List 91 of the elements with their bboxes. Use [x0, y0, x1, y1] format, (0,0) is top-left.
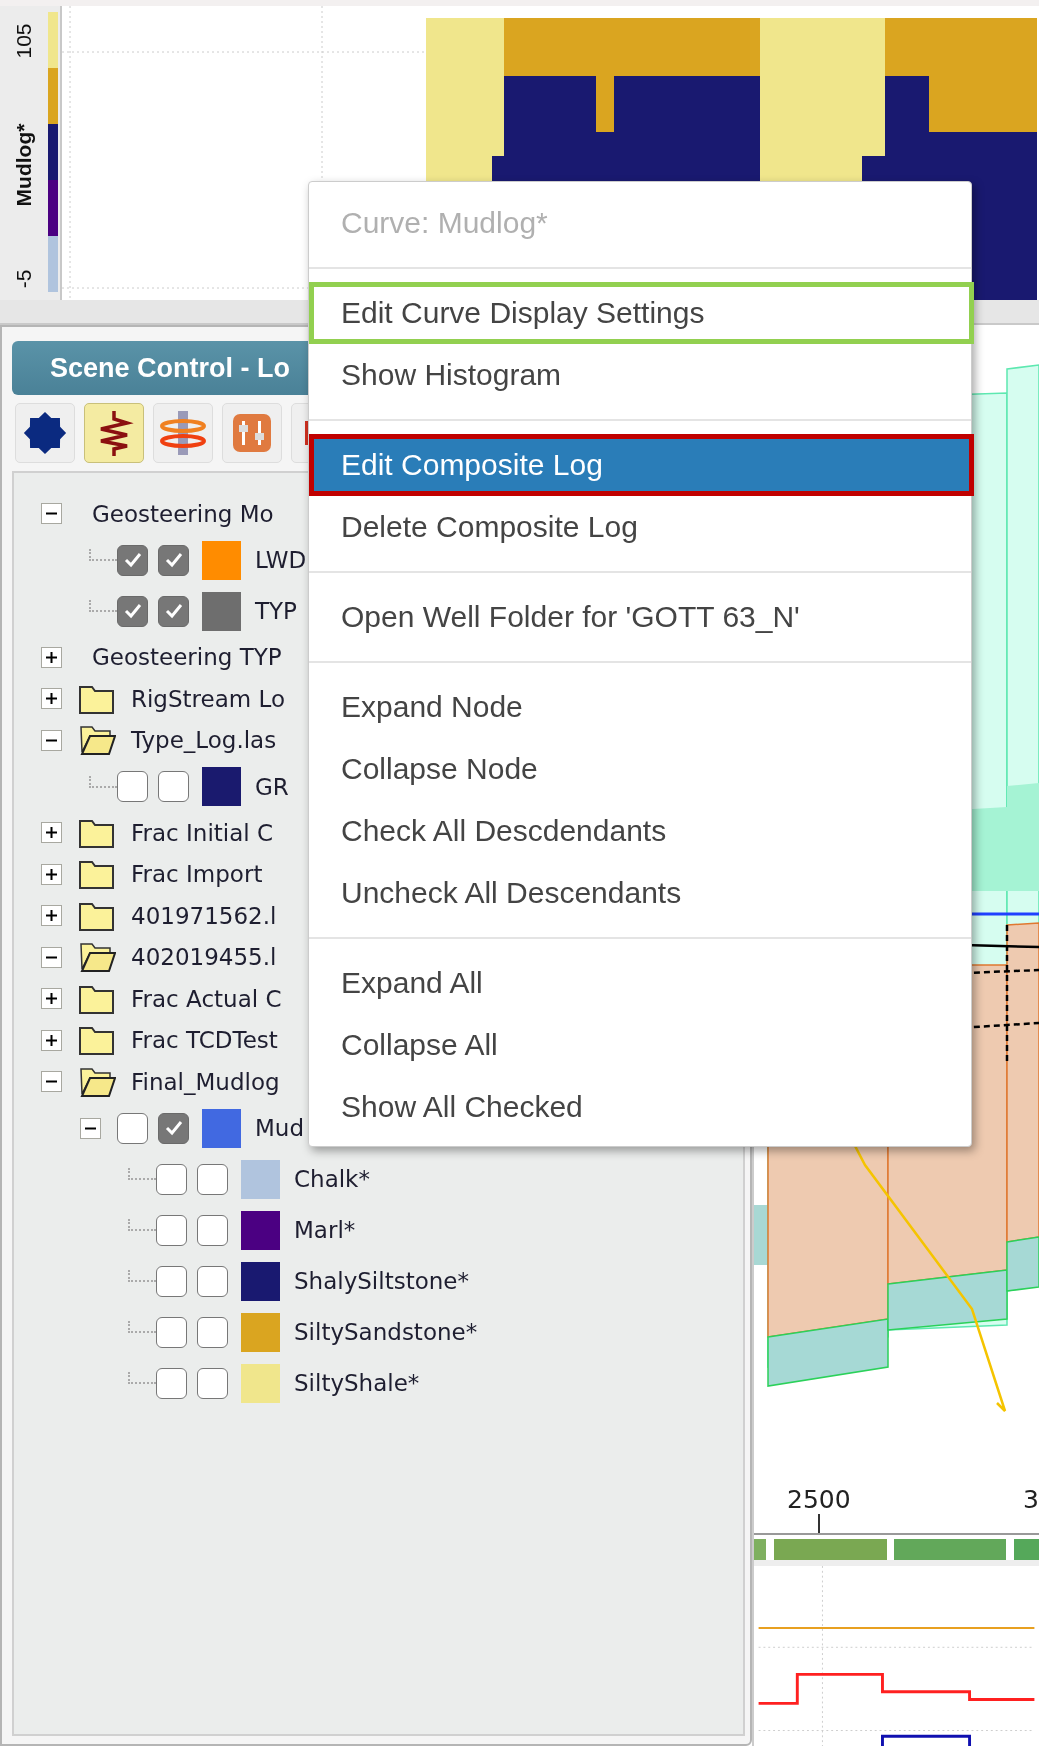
checkbox[interactable]: [158, 771, 189, 802]
check-icon: [163, 601, 184, 621]
checkbox[interactable]: [197, 1214, 228, 1246]
scale-max: 105: [12, 23, 36, 59]
menu-item[interactable]: Edit Curve Display Settings: [309, 282, 974, 344]
checkbox[interactable]: [156, 1367, 187, 1399]
check-icon: [163, 550, 184, 570]
checkbox[interactable]: [158, 1112, 189, 1144]
tree-item[interactable]: RigStream Lo: [131, 685, 285, 712]
menu-item[interactable]: Show All Checked: [309, 1076, 971, 1138]
checkbox[interactable]: [197, 1265, 228, 1297]
tree-item[interactable]: Frac Actual C: [131, 985, 282, 1012]
checkbox[interactable]: [117, 1112, 148, 1144]
plus-icon: [45, 826, 58, 840]
open-folder-icon: [78, 1065, 116, 1098]
checkbox[interactable]: [156, 1163, 187, 1195]
track-title: Mudlog*: [12, 123, 36, 207]
menu-item[interactable]: Expand All: [309, 952, 971, 1014]
tree-item[interactable]: 402019455.l: [131, 944, 277, 971]
tree-toggle[interactable]: [41, 988, 62, 1010]
menu-item[interactable]: Edit Composite Log: [309, 434, 974, 496]
check-icon: [163, 1118, 184, 1138]
tree-item[interactable]: Frac Initial C: [131, 819, 274, 846]
tree-toggle[interactable]: [41, 822, 62, 844]
plus-icon: [45, 867, 58, 881]
menu-item[interactable]: Delete Composite Log: [309, 496, 971, 558]
tree-item[interactable]: Type_Log.las: [131, 727, 277, 754]
menu-item[interactable]: Collapse Node: [309, 738, 971, 800]
tree-item[interactable]: Marl*: [294, 1217, 356, 1243]
tree-toggle[interactable]: [41, 905, 62, 927]
check-icon: [122, 601, 143, 621]
sliders-icon: [232, 413, 272, 453]
open-folder-icon: [78, 941, 116, 974]
tree-item[interactable]: Final_Mudlog: [131, 1068, 280, 1095]
scale-min: -5: [12, 269, 36, 289]
menu-header: Curve: Mudlog*: [340, 205, 549, 241]
checkbox[interactable]: [117, 595, 148, 627]
tree-toggle[interactable]: [41, 946, 62, 968]
tree-item[interactable]: GR: [255, 773, 289, 800]
checkbox[interactable]: [156, 1265, 187, 1297]
checkbox[interactable]: [117, 771, 148, 802]
tree-item[interactable]: SiltyShale*: [294, 1370, 420, 1396]
plus-icon: [45, 992, 58, 1006]
tree-toggle[interactable]: [41, 1029, 62, 1051]
check-icon: [122, 550, 143, 570]
checkbox[interactable]: [117, 544, 148, 576]
plus-icon: [45, 692, 58, 706]
checkbox[interactable]: [156, 1316, 187, 1348]
tree-toggle[interactable]: [41, 646, 62, 668]
checkbox[interactable]: [158, 544, 189, 576]
menu-item[interactable]: Open Well Folder for 'GOTT 63_N': [309, 586, 971, 648]
tree-toggle[interactable]: [41, 503, 62, 525]
tree-toggle[interactable]: [41, 1071, 62, 1093]
menu-item[interactable]: Uncheck All Descendants: [309, 862, 971, 924]
tree-toggle[interactable]: [41, 688, 62, 710]
tree-toggle[interactable]: [80, 1117, 101, 1139]
tree-item[interactable]: LWD: [255, 547, 307, 573]
checkbox[interactable]: [156, 1214, 187, 1246]
panel-title: Scene Control - Lo: [50, 352, 290, 384]
tree-item[interactable]: TYP: [255, 598, 297, 624]
tree-item[interactable]: Frac TCDTest: [131, 1027, 278, 1054]
tree-item[interactable]: SiltySandstone*: [294, 1319, 478, 1345]
tree-item[interactable]: Frac Import: [131, 861, 263, 888]
menu-item[interactable]: Check All Descdendants: [309, 800, 971, 862]
folder-icon: [78, 858, 116, 891]
checkbox[interactable]: [197, 1163, 228, 1195]
checkbox[interactable]: [197, 1367, 228, 1399]
layers-icon: [160, 409, 206, 457]
depth-label: 2500: [787, 1485, 851, 1514]
menu-item[interactable]: Show Histogram: [309, 344, 971, 406]
tree-item[interactable]: Geosteering TYP: [92, 644, 282, 671]
tree-toggle[interactable]: [41, 729, 62, 751]
tree-toggle[interactable]: [41, 863, 62, 885]
depth-label: 3: [1023, 1485, 1039, 1514]
checkbox[interactable]: [197, 1316, 228, 1348]
tree-item[interactable]: Geosteering Mo: [92, 500, 274, 527]
folder-icon: [78, 1024, 116, 1057]
plus-icon: [45, 650, 58, 664]
menu-item[interactable]: Collapse All: [309, 1014, 971, 1076]
tree-item[interactable]: 401971562.l: [131, 902, 277, 929]
toolbar-button[interactable]: [84, 403, 144, 463]
tree-item[interactable]: ShalySiltstone*: [294, 1268, 469, 1294]
tree-item[interactable]: Mud: [255, 1115, 305, 1141]
checkbox[interactable]: [158, 595, 189, 627]
toolbar-button[interactable]: [15, 403, 75, 463]
menu-item[interactable]: Expand Node: [309, 676, 971, 738]
open-folder-icon: [78, 724, 116, 757]
plus-icon: [45, 1033, 58, 1047]
gear-icon: [21, 409, 69, 457]
tree-item[interactable]: Chalk*: [294, 1166, 370, 1192]
plus-icon: [45, 909, 58, 923]
